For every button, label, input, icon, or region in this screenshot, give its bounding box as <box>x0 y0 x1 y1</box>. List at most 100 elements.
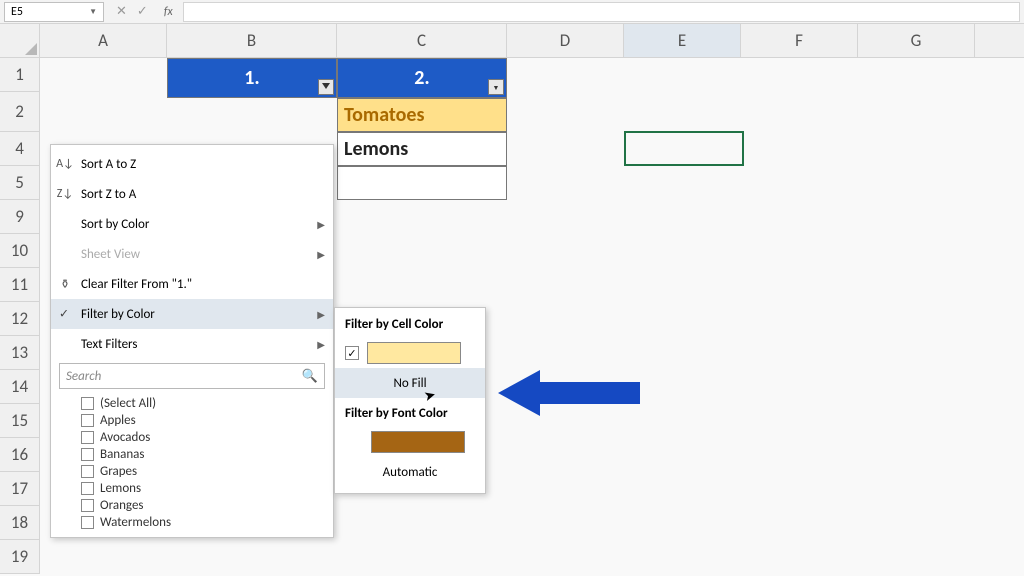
column-header[interactable]: D <box>507 24 624 57</box>
cell-value: Tomatoes <box>344 103 424 127</box>
sort-az-icon: A↓ <box>57 157 73 171</box>
column-header[interactable]: E <box>624 24 741 57</box>
row-header[interactable]: 14 <box>0 370 39 404</box>
data-cell[interactable] <box>337 166 507 200</box>
check-label: Lemons <box>100 481 141 496</box>
menu-label: Filter by Color <box>81 307 155 322</box>
menu-text-filters[interactable]: Text Filters ▶ <box>51 329 333 359</box>
row-header[interactable]: 10 <box>0 234 39 268</box>
checkbox-icon <box>81 499 94 512</box>
formula-bar-area: E5 ▼ ✕ ✓ fx <box>0 0 1024 24</box>
check-label: Watermelons <box>100 515 171 530</box>
menu-sort-az[interactable]: A↓ Sort A to Z <box>51 149 333 179</box>
chevron-down-icon: ▼ <box>89 7 97 17</box>
checkbox-icon <box>81 414 94 427</box>
submenu-label: Automatic <box>383 465 438 480</box>
formula-input[interactable] <box>183 2 1020 22</box>
filter-context-menu: A↓ Sort A to Z Z↓ Sort Z to A Sort by Co… <box>50 144 334 538</box>
check-item[interactable]: Avocados <box>81 429 325 446</box>
formula-bar-buttons: ✕ ✓ <box>110 4 154 19</box>
row-header[interactable]: 9 <box>0 200 39 234</box>
checkbox-icon <box>81 448 94 461</box>
check-label: Oranges <box>100 498 144 513</box>
chevron-right-icon: ▶ <box>317 248 325 261</box>
submenu-label: No Fill <box>393 376 426 391</box>
row-header[interactable]: 11 <box>0 268 39 302</box>
column-header[interactable]: A <box>40 24 167 57</box>
menu-clear-filter[interactable]: ⚱ Clear Filter From "1." <box>51 269 333 299</box>
column-header[interactable]: C <box>337 24 507 57</box>
table-header-1: 1. <box>167 58 337 98</box>
row-header[interactable]: 19 <box>0 540 39 574</box>
check-item[interactable]: Oranges <box>81 497 325 514</box>
select-all-button[interactable] <box>0 24 40 58</box>
row-header[interactable]: 1 <box>0 58 39 92</box>
column-headers: A B C D E F G <box>40 24 1024 58</box>
check-label: Avocados <box>100 430 150 445</box>
filter-color-option[interactable]: ✓ <box>335 338 485 368</box>
menu-sort-color[interactable]: Sort by Color ▶ <box>51 209 333 239</box>
row-header[interactable]: 5 <box>0 166 39 200</box>
check-label: Grapes <box>100 464 137 479</box>
menu-label: Sort A to Z <box>81 157 136 172</box>
table-header-label: 1. <box>244 66 259 90</box>
row-header[interactable]: 15 <box>0 404 39 438</box>
row-header[interactable]: 16 <box>0 438 39 472</box>
checkbox-icon <box>81 431 94 444</box>
column-header[interactable]: G <box>858 24 975 57</box>
check-label: (Select All) <box>100 396 156 411</box>
row-header[interactable]: 12 <box>0 302 39 336</box>
cancel-icon[interactable]: ✕ <box>116 4 127 19</box>
column-header[interactable]: B <box>167 24 337 57</box>
filter-font-color-option[interactable] <box>335 427 485 457</box>
column-header[interactable]: F <box>741 24 858 57</box>
menu-sheet-view: Sheet View ▶ <box>51 239 333 269</box>
color-swatch-brown <box>371 431 465 453</box>
chevron-right-icon: ▶ <box>317 218 325 231</box>
check-item[interactable]: Apples <box>81 412 325 429</box>
menu-sort-za[interactable]: Z↓ Sort Z to A <box>51 179 333 209</box>
data-cell[interactable]: Lemons <box>337 132 507 166</box>
filter-dropdown-button[interactable] <box>488 79 504 95</box>
menu-label: Sort Z to A <box>81 187 136 202</box>
checkbox-icon <box>81 397 94 410</box>
data-cell[interactable]: Tomatoes <box>337 98 507 132</box>
row-header[interactable]: 4 <box>0 132 39 166</box>
row-header[interactable]: 17 <box>0 472 39 506</box>
check-item-select-all[interactable]: (Select All) <box>81 395 325 412</box>
row-header[interactable]: 2 <box>0 92 39 132</box>
check-label: Bananas <box>100 447 145 462</box>
color-swatch-yellow <box>367 342 461 364</box>
annotation-arrow <box>498 370 640 416</box>
filter-no-fill[interactable]: No Fill <box>335 368 485 398</box>
filter-automatic[interactable]: Automatic <box>335 457 485 487</box>
sort-za-icon: Z↓ <box>57 187 73 201</box>
filter-dropdown-button[interactable] <box>318 79 334 95</box>
filter-color-submenu: Filter by Cell Color ✓ No Fill Filter by… <box>334 307 486 494</box>
submenu-header-cell-color: Filter by Cell Color <box>335 314 485 338</box>
checkbox-icon <box>81 516 94 529</box>
fx-label[interactable]: fx <box>160 5 177 19</box>
active-cell-outline <box>624 131 744 166</box>
chevron-right-icon: ▶ <box>317 308 325 321</box>
clear-filter-icon: ⚱ <box>57 277 73 292</box>
check-item[interactable]: Lemons <box>81 480 325 497</box>
menu-label: Sort by Color <box>81 217 149 232</box>
row-header[interactable]: 18 <box>0 506 39 540</box>
check-item[interactable]: Grapes <box>81 463 325 480</box>
row-header[interactable]: 13 <box>0 336 39 370</box>
menu-label: Clear Filter From "1." <box>81 277 192 292</box>
search-icon: 🔍 <box>302 369 318 384</box>
name-box[interactable]: E5 ▼ <box>4 2 104 22</box>
checked-icon: ✓ <box>345 346 359 360</box>
check-item[interactable]: Watermelons <box>81 514 325 531</box>
menu-label: Text Filters <box>81 337 137 352</box>
enter-icon[interactable]: ✓ <box>137 4 148 19</box>
menu-filter-color[interactable]: ✓ Filter by Color ▶ <box>51 299 333 329</box>
chevron-right-icon: ▶ <box>317 338 325 351</box>
search-placeholder: Search <box>66 369 101 384</box>
checkbox-icon <box>81 465 94 478</box>
check-item[interactable]: Bananas <box>81 446 325 463</box>
check-icon: ✓ <box>59 307 69 322</box>
filter-search-input[interactable]: Search 🔍 <box>59 363 325 389</box>
